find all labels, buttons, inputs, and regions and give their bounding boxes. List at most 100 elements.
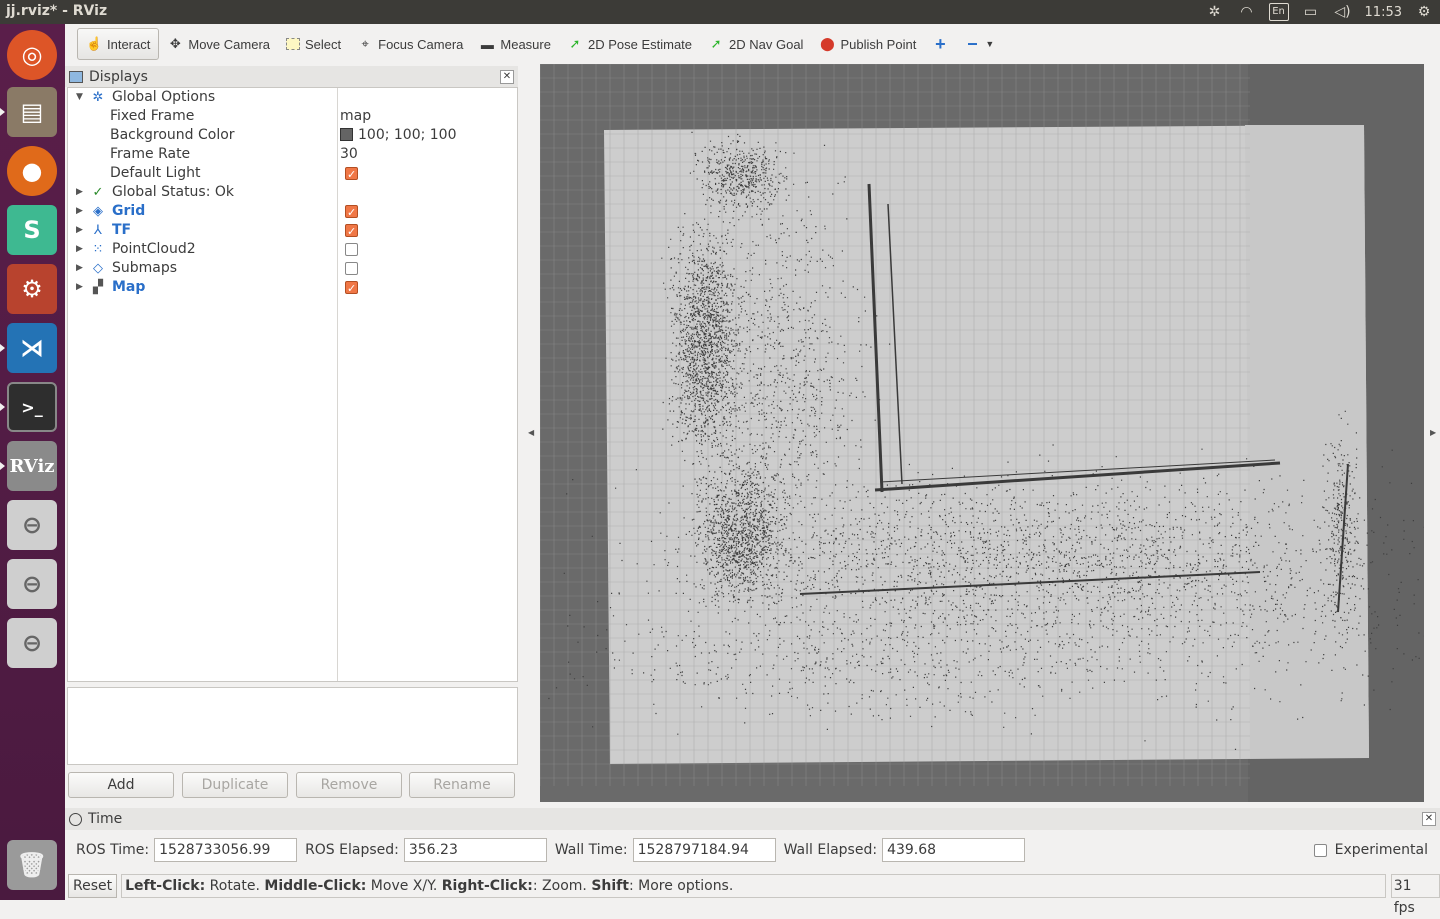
expand-right-icon[interactable]: ▶ bbox=[76, 259, 83, 278]
ubuntu-dash-icon[interactable]: ◎ bbox=[7, 30, 57, 80]
minus-icon: − bbox=[967, 33, 978, 54]
tree-row-submaps[interactable]: ▶ ◇ Submaps bbox=[68, 259, 517, 278]
ros-time-field[interactable]: 1528733056.99 bbox=[154, 838, 298, 862]
color-swatch bbox=[340, 128, 353, 141]
default-light-checkbox[interactable] bbox=[345, 165, 358, 184]
wall-time-field[interactable]: 1528797184.94 bbox=[632, 838, 776, 862]
expand-right-icon[interactable]: ▶ bbox=[76, 221, 83, 240]
running-indicator bbox=[0, 108, 5, 116]
close-icon[interactable]: ✕ bbox=[1422, 812, 1436, 826]
battery-icon[interactable]: ▭ bbox=[1301, 3, 1321, 21]
move-camera-tool-button[interactable]: ✥ Move Camera bbox=[159, 28, 278, 60]
displays-tree: ▼ ✲ Global Options Fixed Frame map Backg… bbox=[67, 87, 518, 682]
tree-row-tf[interactable]: ▶ ⅄ TF bbox=[68, 221, 517, 241]
expand-right-icon[interactable]: ▶ bbox=[76, 278, 83, 297]
firefox-icon[interactable]: ● bbox=[7, 146, 57, 196]
remove-tool-dropdown[interactable]: − ▼ bbox=[956, 28, 1002, 60]
publish-point-tool-button[interactable]: ⬤ Publish Point bbox=[811, 28, 924, 60]
clock[interactable]: 11:53 bbox=[1365, 5, 1402, 20]
green-arrow-icon: ➚ bbox=[569, 36, 581, 51]
file-manager-icon[interactable]: ▤ bbox=[7, 87, 57, 137]
tree-row-map[interactable]: ▶ ▞ Map bbox=[68, 278, 517, 298]
experimental-checkbox[interactable] bbox=[1313, 843, 1327, 857]
frame-rate-value[interactable]: 30 bbox=[340, 145, 358, 164]
rviz-icon[interactable]: RViz bbox=[7, 441, 57, 491]
gear-icon[interactable]: ⚙ bbox=[1414, 3, 1434, 21]
background-color-value[interactable]: 100; 100; 100 bbox=[340, 126, 457, 145]
ruler-icon: ▬ bbox=[480, 36, 494, 52]
submaps-checkbox[interactable] bbox=[345, 262, 358, 275]
running-indicator bbox=[0, 344, 5, 352]
system-tray: ✲ ◠ En ▭ ◁) 11:53 ⚙ bbox=[1205, 0, 1434, 24]
time-panel: ROS Time: 1528733056.99 ROS Elapsed: 356… bbox=[65, 830, 1440, 870]
grid-checkbox[interactable] bbox=[345, 203, 358, 222]
top-panel: jj.rviz* - RViz ✲ ◠ En ▭ ◁) 11:53 ⚙ bbox=[0, 0, 1440, 24]
remove-display-button[interactable]: Remove bbox=[296, 772, 402, 798]
expand-right-icon[interactable]: ▶ bbox=[76, 183, 83, 202]
close-icon[interactable]: ✕ bbox=[500, 70, 514, 84]
collapse-right-handle[interactable]: ▶ bbox=[1430, 428, 1436, 437]
add-display-button[interactable]: Add bbox=[68, 772, 174, 798]
terminal-icon[interactable]: >_ bbox=[7, 382, 57, 432]
map-checkbox[interactable] bbox=[345, 279, 358, 298]
trash-icon[interactable]: 🗑 bbox=[7, 840, 57, 890]
fixed-frame-value[interactable]: map bbox=[340, 107, 371, 126]
tree-row-frame-rate[interactable]: Frame Rate 30 bbox=[68, 145, 517, 164]
tree-row-global-options[interactable]: ▼ ✲ Global Options bbox=[68, 88, 517, 107]
drive-icon[interactable]: ⊖ bbox=[7, 500, 57, 550]
expand-down-icon[interactable]: ▼ bbox=[76, 88, 83, 107]
tree-row-fixed-frame[interactable]: Fixed Frame map bbox=[68, 107, 517, 126]
monitor-icon bbox=[69, 70, 83, 83]
reset-button[interactable]: Reset bbox=[68, 874, 118, 898]
duplicate-display-button[interactable]: Duplicate bbox=[182, 772, 288, 798]
tree-row-default-light[interactable]: Default Light bbox=[68, 164, 517, 184]
status-bar: Reset Left-Click: Rotate. Middle-Click: … bbox=[65, 872, 1440, 916]
experimental-toggle[interactable]: Experimental bbox=[1313, 842, 1428, 858]
tree-row-pointcloud2[interactable]: ▶ ⁙ PointCloud2 bbox=[68, 240, 517, 259]
hand-icon: ☝ bbox=[86, 36, 103, 51]
map-render bbox=[540, 64, 1424, 802]
drive-icon[interactable]: ⊖ bbox=[7, 618, 57, 668]
system-settings-icon[interactable]: ⚙ bbox=[7, 264, 57, 314]
property-description-box bbox=[67, 687, 518, 765]
time-panel-header: Time ✕ bbox=[65, 808, 1440, 830]
expand-right-icon[interactable]: ▶ bbox=[76, 202, 83, 221]
nav-goal-tool-button[interactable]: ➚ 2D Nav Goal bbox=[700, 28, 811, 60]
tf-checkbox[interactable] bbox=[345, 222, 358, 241]
move-icon: ✥ bbox=[169, 36, 181, 51]
select-tool-button[interactable]: Select bbox=[278, 28, 349, 60]
tree-row-global-status[interactable]: ▶ ✓ Global Status: Ok bbox=[68, 183, 517, 202]
render-viewport[interactable] bbox=[540, 64, 1424, 802]
rename-display-button[interactable]: Rename bbox=[409, 772, 515, 798]
collapse-left-handle[interactable]: ◀ bbox=[528, 428, 534, 437]
expand-right-icon[interactable]: ▶ bbox=[76, 240, 83, 259]
slack-icon[interactable]: S bbox=[7, 205, 57, 255]
axes-icon: ⅄ bbox=[94, 223, 102, 238]
wall-elapsed-field[interactable]: 439.68 bbox=[882, 838, 1026, 862]
interact-tool-button[interactable]: ☝ Interact bbox=[77, 28, 160, 60]
settings-sync-icon[interactable]: ✲ bbox=[1205, 3, 1225, 21]
map-pin-icon: ⬤ bbox=[820, 36, 835, 51]
focus-camera-tool-button[interactable]: ⌖ Focus Camera bbox=[349, 28, 471, 60]
volume-icon[interactable]: ◁) bbox=[1333, 3, 1353, 21]
drive-icon[interactable]: ⊖ bbox=[7, 559, 57, 609]
ros-elapsed-field[interactable]: 356.23 bbox=[403, 838, 547, 862]
window-title: jj.rviz* - RViz bbox=[6, 3, 108, 19]
tree-row-background-color[interactable]: Background Color 100; 100; 100 bbox=[68, 126, 517, 145]
tree-row-grid[interactable]: ▶ ◈ Grid bbox=[68, 202, 517, 222]
help-text: Left-Click: Rotate. Middle-Click: Move X… bbox=[121, 874, 1386, 898]
pose-estimate-tool-button[interactable]: ➚ 2D Pose Estimate bbox=[559, 28, 700, 60]
gear-icon: ✲ bbox=[92, 90, 104, 105]
add-tool-button[interactable]: + bbox=[924, 28, 956, 60]
running-indicator bbox=[0, 462, 5, 470]
wifi-icon[interactable]: ◠ bbox=[1237, 3, 1257, 21]
map-icon: ▞ bbox=[93, 280, 103, 295]
rviz-toolbar: ☝ Interact ✥ Move Camera Select ⌖ Focus Cam… bbox=[65, 24, 1440, 64]
submaps-icon: ◇ bbox=[93, 261, 103, 276]
fps-counter: 31 fps bbox=[1390, 874, 1440, 916]
vscode-icon[interactable]: ⋊ bbox=[7, 323, 57, 373]
clock-icon bbox=[69, 812, 82, 826]
keyboard-layout-indicator[interactable]: En bbox=[1268, 3, 1289, 21]
measure-tool-button[interactable]: ▬ Measure bbox=[471, 28, 559, 60]
pointcloud2-checkbox[interactable] bbox=[345, 243, 358, 256]
